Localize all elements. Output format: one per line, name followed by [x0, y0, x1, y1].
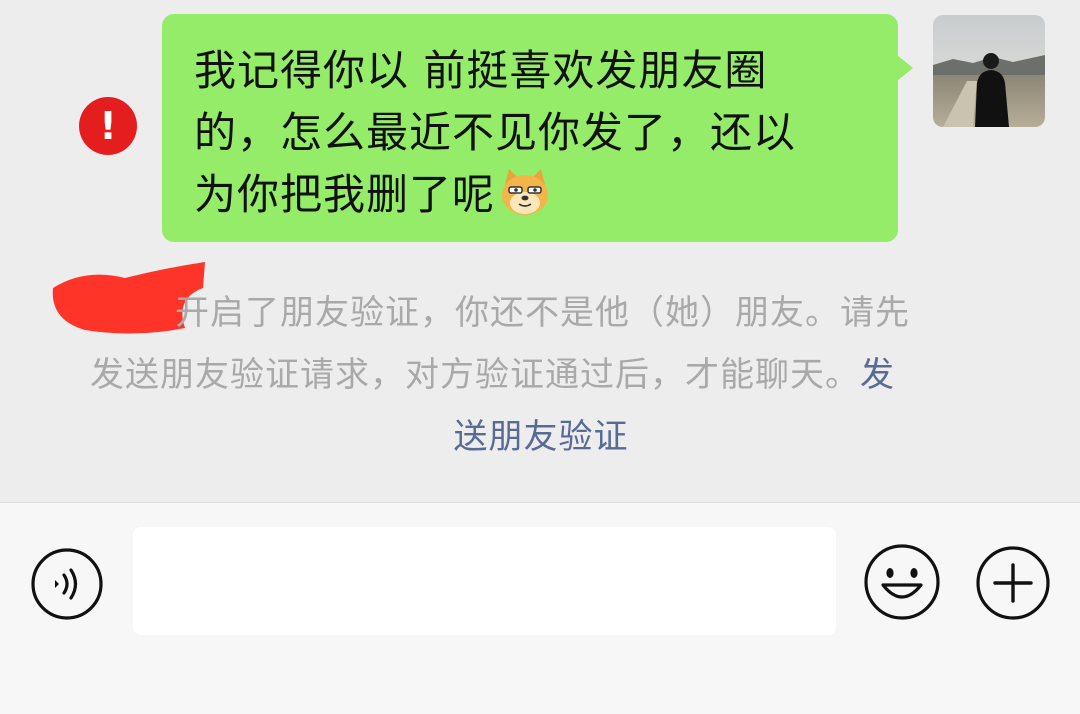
- system-notice: 开启了朋友验证，你还不是他（她）朋友。请先 发送朋友验证请求，对方验证通过后，才…: [80, 282, 1000, 468]
- message-line: 的，怎么最近不见你发了，还以: [194, 108, 797, 157]
- send-verification-link[interactable]: 送朋友验证: [80, 406, 1000, 468]
- doge-emoji-icon: [502, 169, 549, 215]
- avatar-photo: [933, 15, 1045, 127]
- system-notice-line: 发送朋友验证请求，对方验证通过后，才能聊天。发: [80, 344, 1000, 406]
- input-bar: [0, 502, 1080, 714]
- plus-icon[interactable]: [975, 545, 1051, 621]
- send-failed-icon[interactable]: !: [79, 97, 137, 155]
- message-bubble[interactable]: 我记得你以 前挺喜欢发朋友圈 的，怎么最近不见你发了，还以 为你把我删了呢: [162, 14, 898, 242]
- chat-area: ! 我记得你以 前挺喜欢发朋友圈 的，怎么最近不见你发了，还以 为你把我删了呢: [0, 0, 1080, 502]
- smiley-icon[interactable]: [863, 543, 941, 621]
- avatar[interactable]: [933, 15, 1045, 127]
- system-notice-text: 发送朋友验证请求，对方验证通过后，才能聊天。: [90, 355, 860, 395]
- system-notice-line: 开启了朋友验证，你还不是他（她）朋友。请先: [175, 293, 910, 333]
- voice-icon[interactable]: [30, 547, 104, 621]
- message-input[interactable]: [133, 527, 836, 635]
- message-line: 为你把我删了呢: [194, 164, 868, 226]
- message-line-text: 为你把我删了呢: [194, 170, 496, 219]
- message-line: 我记得你以 前挺喜欢发朋友圈: [194, 46, 768, 95]
- bubble-tail: [897, 55, 913, 81]
- send-verification-link[interactable]: 发: [860, 355, 895, 395]
